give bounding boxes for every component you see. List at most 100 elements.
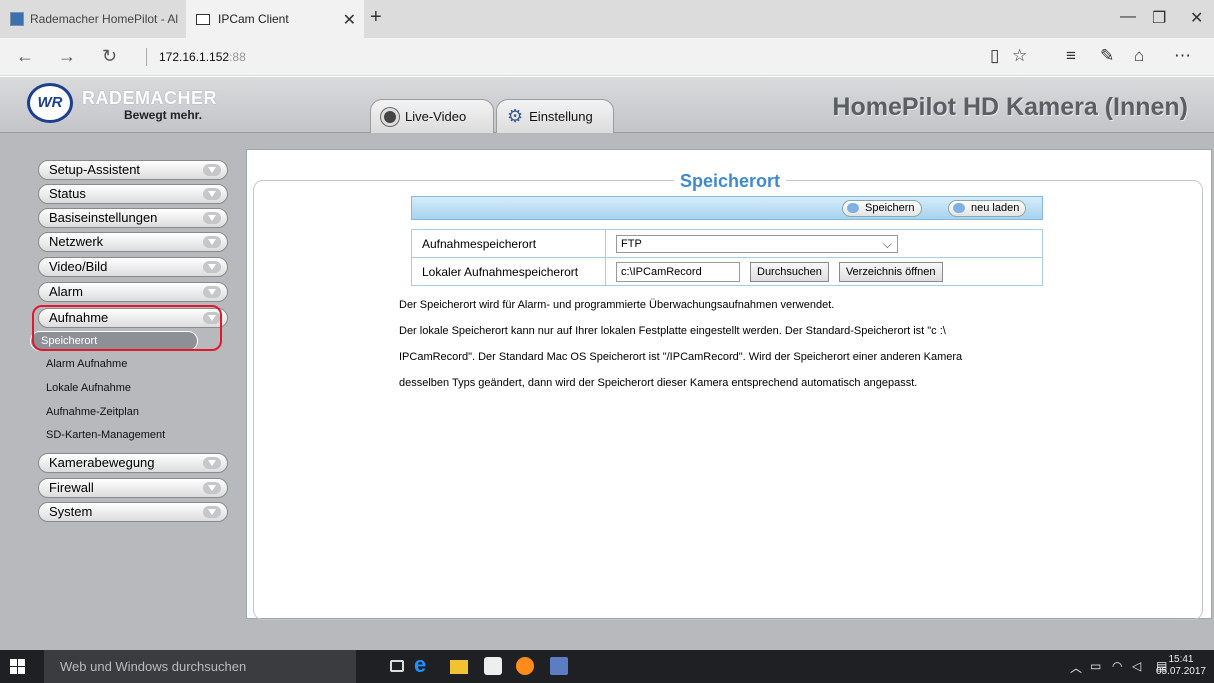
chevron-down-icon	[203, 482, 221, 494]
local-path-input[interactable]: c:\IPCamRecord	[616, 261, 740, 282]
refresh-icon[interactable]: ↻	[102, 46, 117, 67]
app-header: WR RADEMACHER Bewegt mehr. Live-Video ⚙ …	[0, 77, 1214, 133]
reload-button[interactable]: neu laden	[948, 200, 1027, 217]
form-row: Aufnahmespeicherort FTP	[411, 229, 1043, 258]
tab-label: Live-Video	[405, 109, 467, 124]
menu-basiseinstellungen[interactable]: Basiseinstellungen	[38, 208, 228, 228]
description-line: IPCamRecord". Der Standard Mac OS Speich…	[399, 351, 963, 363]
menu-alarm[interactable]: Alarm	[38, 282, 228, 302]
menu-label: Alarm	[49, 284, 83, 299]
new-tab-icon[interactable]: +	[370, 6, 382, 29]
windows-start-icon[interactable]	[10, 659, 25, 674]
highlight-box	[32, 305, 222, 351]
menu-label: Kamerabewegung	[49, 455, 155, 470]
save-button[interactable]: Speichern	[842, 200, 922, 217]
menu-label: Video/Bild	[49, 259, 108, 274]
field-cell: FTP	[605, 229, 1043, 258]
restore-icon[interactable]: ❐	[1152, 8, 1166, 28]
forward-icon[interactable]: →	[58, 46, 76, 67]
web-note-icon[interactable]: ✎	[1100, 46, 1114, 66]
close-tab-icon[interactable]: ✕	[343, 10, 356, 30]
back-icon[interactable]: ←	[16, 46, 34, 67]
menu-setup-assistent[interactable]: Setup-Assistent	[38, 160, 228, 180]
chevron-down-icon	[203, 236, 221, 248]
firefox-icon[interactable]	[516, 657, 534, 675]
field-label: Aufnahmespeicherort	[411, 229, 606, 258]
volume-icon[interactable]: ◁	[1132, 659, 1141, 673]
chevron-down-icon	[203, 286, 221, 298]
wifi-icon[interactable]: ◠	[1112, 659, 1122, 673]
submenu-lokale-aufnahme[interactable]: Lokale Aufnahme	[46, 382, 131, 394]
file-explorer-icon[interactable]	[450, 660, 468, 674]
chevron-down-icon	[203, 188, 221, 200]
chevron-down-icon	[203, 261, 221, 273]
hub-icon[interactable]: ≡	[1066, 46, 1076, 66]
main-content: Speicherort Speichern neu laden Aufnahme…	[246, 149, 1212, 620]
brand-tagline: Bewegt mehr.	[124, 108, 203, 122]
menu-status[interactable]: Status	[38, 184, 228, 204]
rademacher-logo-icon: WR	[27, 83, 73, 123]
menu-label: Basiseinstellungen	[49, 210, 158, 225]
word-app-icon[interactable]	[550, 657, 568, 675]
tab-label: IPCam Client	[218, 12, 289, 26]
taskbar-search[interactable]: Web und Windows durchsuchen	[44, 650, 356, 683]
taskbar-clock[interactable]: 15:41 05.07.2017	[1156, 654, 1206, 678]
brand-name: RADEMACHER	[82, 88, 217, 108]
tab-label: Rademacher HomePilot - Al	[30, 12, 179, 26]
windows-taskbar: Web und Windows durchsuchen e ︿ ▭ ◠ ◁ ▤ …	[0, 650, 1214, 683]
settings-gear-icon: ⚙	[507, 106, 524, 126]
more-icon[interactable]: ⋯	[1174, 46, 1191, 66]
description-line: Der lokale Speicherort kann nur auf Ihre…	[399, 325, 946, 337]
action-toolbar: Speichern neu laden	[411, 196, 1043, 220]
tab-einstellung[interactable]: ⚙ Einstellung	[496, 99, 614, 133]
webcam-icon	[381, 107, 399, 126]
edge-browser-icon[interactable]: e	[414, 652, 432, 677]
menu-label: Firewall	[49, 480, 94, 495]
menu-video-bild[interactable]: Video/Bild	[38, 257, 228, 277]
submenu-aufnahme-zeitplan[interactable]: Aufnahme-Zeitplan	[46, 406, 139, 418]
menu-label: Status	[49, 186, 86, 201]
submenu-alarm-aufnahme[interactable]: Alarm Aufnahme	[46, 358, 127, 370]
share-icon[interactable]: ⌂	[1134, 46, 1144, 66]
form-row: Lokaler Aufnahmespeicherort c:\IPCamReco…	[411, 257, 1043, 286]
menu-kamerabewegung[interactable]: Kamerabewegung	[38, 453, 228, 473]
tab-label: Einstellung	[529, 109, 593, 124]
url-field[interactable]: 172.16.1.152:88	[146, 48, 246, 66]
field-cell: c:\IPCamRecord Durchsuchen Verzeichnis öff…	[605, 257, 1043, 286]
recording-location-select[interactable]: FTP	[616, 234, 898, 253]
url-port: :88	[229, 50, 246, 64]
browser-tab-bar: Rademacher HomePilot - Al IPCam Client ✕…	[0, 0, 1214, 38]
close-window-icon[interactable]: ✕	[1190, 8, 1203, 28]
store-icon[interactable]	[484, 657, 502, 675]
battery-icon[interactable]: ▭	[1090, 659, 1101, 673]
open-directory-button[interactable]: Verzeichnis öffnen	[838, 261, 943, 282]
task-view-icon[interactable]	[390, 660, 404, 672]
description-line: Der Speicherort wird für Alarm- und prog…	[399, 299, 835, 311]
tab-rademacher[interactable]: Rademacher HomePilot - Al	[0, 0, 185, 38]
reading-view-icon[interactable]: ▯	[990, 46, 999, 66]
submenu-sd-karten-management[interactable]: SD-Karten-Management	[46, 429, 165, 441]
tab-ipcam-client[interactable]: IPCam Client ✕	[186, 0, 364, 38]
field-label: Lokaler Aufnahmespeicherort	[411, 257, 606, 286]
favorite-star-icon[interactable]: ☆	[1012, 46, 1027, 66]
page-title: HomePilot HD Kamera (Innen)	[832, 93, 1188, 121]
section-title: Speicherort	[673, 171, 787, 191]
address-bar: ← → ↻ 172.16.1.152:88 ▯ ☆ ≡ ✎ ⌂ ⋯	[0, 38, 1214, 76]
menu-system[interactable]: System	[38, 502, 228, 522]
menu-label: Setup-Assistent	[49, 162, 141, 177]
rademacher-favicon-icon	[10, 12, 24, 26]
browse-button[interactable]: Durchsuchen	[750, 261, 829, 282]
page-icon	[196, 13, 210, 25]
menu-firewall[interactable]: Firewall	[38, 478, 228, 498]
tray-chevron-up-icon[interactable]: ︿	[1070, 659, 1082, 676]
menu-label: System	[49, 504, 93, 519]
chevron-down-icon	[203, 506, 221, 518]
storage-form: Aufnahmespeicherort FTP Lokaler Aufnahme…	[411, 229, 1043, 286]
menu-netzwerk[interactable]: Netzwerk	[38, 232, 228, 252]
clock-time: 15:41	[1168, 654, 1194, 665]
minimize-icon[interactable]: —	[1120, 8, 1136, 26]
chevron-down-icon	[203, 164, 221, 176]
menu-label: Netzwerk	[49, 234, 104, 249]
tab-live-video[interactable]: Live-Video	[370, 99, 494, 133]
clock-date: 05.07.2017	[1155, 666, 1206, 677]
